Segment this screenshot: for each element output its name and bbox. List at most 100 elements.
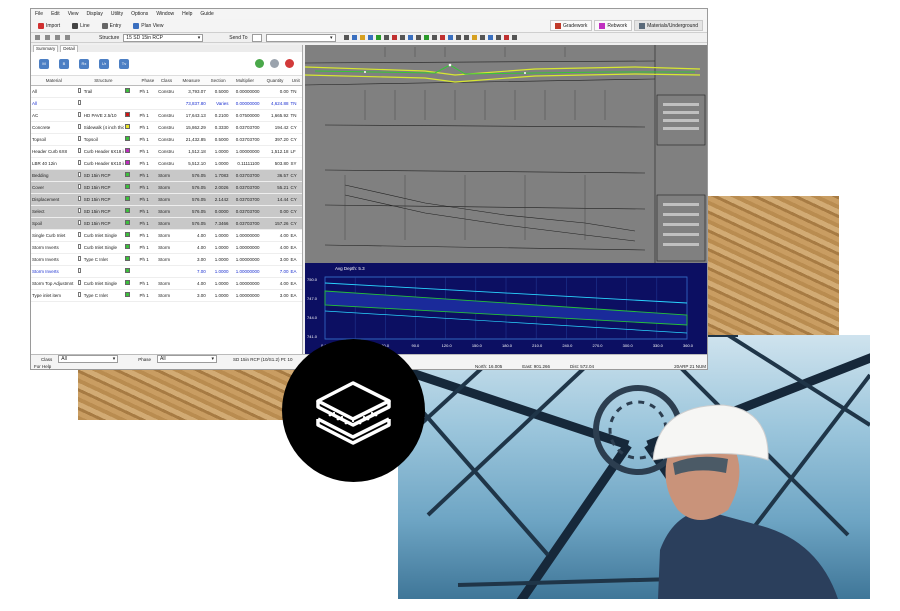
tab-summary[interactable]: Summary (33, 45, 59, 52)
tool-icon[interactable] (463, 35, 469, 40)
tool-icon[interactable] (359, 35, 365, 40)
tool-icon[interactable] (495, 35, 501, 40)
document-icon[interactable] (77, 88, 81, 93)
table-row[interactable]: Storm Top Adjustmnt Curb Inlet Single Ph 1… (31, 277, 302, 290)
document-icon[interactable] (77, 196, 81, 201)
color-swatch-icon[interactable] (125, 280, 131, 285)
table-row[interactable]: Storm Inverts Type C Inlet Ph 1 Storm 3.00 1.… (31, 253, 302, 266)
document-icon[interactable] (77, 244, 81, 249)
menu-view[interactable]: View (68, 11, 79, 17)
send-to-select[interactable]: ▾ (265, 33, 336, 42)
col-material[interactable]: Material (31, 76, 77, 86)
color-swatch-icon[interactable] (125, 220, 131, 225)
document-icon[interactable] (77, 100, 81, 105)
line-button[interactable]: Line (69, 22, 92, 30)
table-row[interactable]: Header Curb 6X8 Curb Header 6X18 in Ph 1 Co… (31, 145, 302, 158)
table-row[interactable]: All Trail Ph 1 Constru 3,793.07 0.5000 0.00000… (31, 85, 302, 98)
document-icon[interactable] (77, 148, 81, 153)
col-class[interactable]: Class (157, 76, 176, 86)
delete-icon[interactable] (285, 59, 294, 68)
color-swatch-icon[interactable] (125, 124, 131, 129)
rx-icon[interactable]: Rx (79, 58, 89, 69)
col-phase[interactable]: Phase (138, 76, 158, 86)
table-row[interactable]: All 73,837.80 Varies 0.00000000 4,624.88 TN (31, 97, 302, 110)
document-icon[interactable] (77, 184, 81, 189)
table-row[interactable]: Cover SD 15in RCP Ph 1 Storm 576.05 2.0026 0.0… (31, 181, 302, 194)
col-structure[interactable]: Structure (82, 76, 125, 86)
table-row[interactable]: Topsoil Topsoil Ph 1 Constru 21,432.85 0.5000… (31, 133, 302, 146)
document-icon[interactable] (77, 208, 81, 213)
tool-icon[interactable] (383, 35, 389, 40)
tool-icon[interactable] (407, 35, 413, 40)
print-icon[interactable] (65, 35, 70, 40)
tool-icon[interactable] (423, 35, 429, 40)
phase-select[interactable]: All ▾ (157, 355, 218, 363)
tab-gradework[interactable]: Gradework (549, 20, 593, 31)
document-icon[interactable] (77, 112, 81, 117)
document-icon[interactable] (77, 124, 81, 129)
menu-guide[interactable]: Guide (200, 11, 213, 17)
color-swatch-icon[interactable] (125, 268, 131, 273)
color-swatch-icon[interactable] (125, 196, 131, 201)
table-row[interactable]: Single Curb Inlet Curb Inlet Single Ph 1 St… (31, 229, 302, 242)
add-icon[interactable] (255, 59, 264, 68)
tool-icon[interactable] (431, 35, 437, 40)
color-swatch-icon[interactable] (125, 208, 131, 213)
menu-display[interactable]: Display (86, 11, 102, 17)
tool-icon[interactable] (471, 35, 477, 40)
class-select[interactable]: All ▾ (58, 355, 119, 363)
tool-icon[interactable] (511, 35, 517, 40)
color-swatch-icon[interactable] (125, 244, 131, 249)
material-icon[interactable]: M (39, 58, 49, 69)
table-row[interactable]: Spoil SD 15in RCP Ph 1 Storm 576.05 7.3466 0.0… (31, 217, 302, 230)
document-icon[interactable] (77, 172, 81, 177)
tool-icon[interactable] (503, 35, 509, 40)
tool-icon[interactable] (455, 35, 461, 40)
document-icon[interactable] (77, 136, 81, 141)
bedding-icon[interactable]: B (59, 58, 69, 69)
menu-window[interactable]: Window (156, 11, 174, 17)
structure-select[interactable]: 15 SD 15in RCP ▾ (123, 33, 204, 42)
document-icon[interactable] (77, 268, 81, 273)
tool-icon[interactable] (487, 35, 493, 40)
document-icon[interactable] (77, 220, 81, 225)
color-swatch-icon[interactable] (125, 112, 131, 117)
color-swatch-icon[interactable] (125, 292, 131, 297)
menu-edit[interactable]: Edit (51, 11, 60, 17)
document-icon[interactable] (77, 232, 81, 237)
table-row[interactable]: LBR 40 12in Curb Header 6X10 in Ph 1 Constr… (31, 157, 302, 170)
send-to-button[interactable] (251, 33, 262, 42)
table-row[interactable]: Select SD 15in RCP Ph 1 Storm 576.05 0.0000 0.… (31, 205, 302, 218)
tool-icon[interactable] (415, 35, 421, 40)
color-swatch-icon[interactable] (125, 172, 131, 177)
color-swatch-icon[interactable] (125, 160, 131, 165)
document-icon[interactable] (77, 256, 81, 261)
refresh-icon[interactable] (270, 59, 279, 68)
menu-utility[interactable]: Utility (111, 11, 123, 17)
document-icon[interactable] (77, 292, 81, 297)
col-multiplier[interactable]: Multiplier (229, 76, 261, 86)
tool-icon[interactable] (343, 35, 349, 40)
tab-detail[interactable]: Detail (60, 45, 78, 52)
table-row[interactable]: AC HD PAVE 2.5/10 Ph 1 Constru 17,643.13 0.21… (31, 109, 302, 122)
color-swatch-icon[interactable] (125, 256, 131, 261)
color-swatch-icon[interactable] (125, 232, 131, 237)
table-row[interactable]: Concrete Sidewalk (4 inch thick) Ph 1 Const… (31, 121, 302, 134)
tool-icon[interactable] (479, 35, 485, 40)
menu-file[interactable]: File (35, 11, 43, 17)
tool-icon[interactable] (367, 35, 373, 40)
open-icon[interactable] (45, 35, 50, 40)
tab-rebwork[interactable]: Rebwork (594, 20, 633, 31)
import-button[interactable]: Import (35, 22, 63, 30)
col-measure[interactable]: Measure (175, 76, 207, 86)
save-icon[interactable] (55, 35, 60, 40)
tool-icon[interactable] (351, 35, 357, 40)
table-row[interactable]: Storm Inverts Curb Inlet Single Ph 1 Storm 4… (31, 241, 302, 254)
new-icon[interactable] (35, 35, 40, 40)
table-row[interactable]: Bedding SD 15in RCP Ph 1 Storm 576.05 1.7083 0… (31, 169, 302, 182)
tool-icon[interactable] (439, 35, 445, 40)
plan-view-drawing[interactable] (305, 45, 707, 263)
plan-view-button[interactable]: Plan View (130, 22, 166, 30)
menu-help[interactable]: Help (182, 11, 192, 17)
tv-icon[interactable]: Tv (119, 58, 129, 69)
